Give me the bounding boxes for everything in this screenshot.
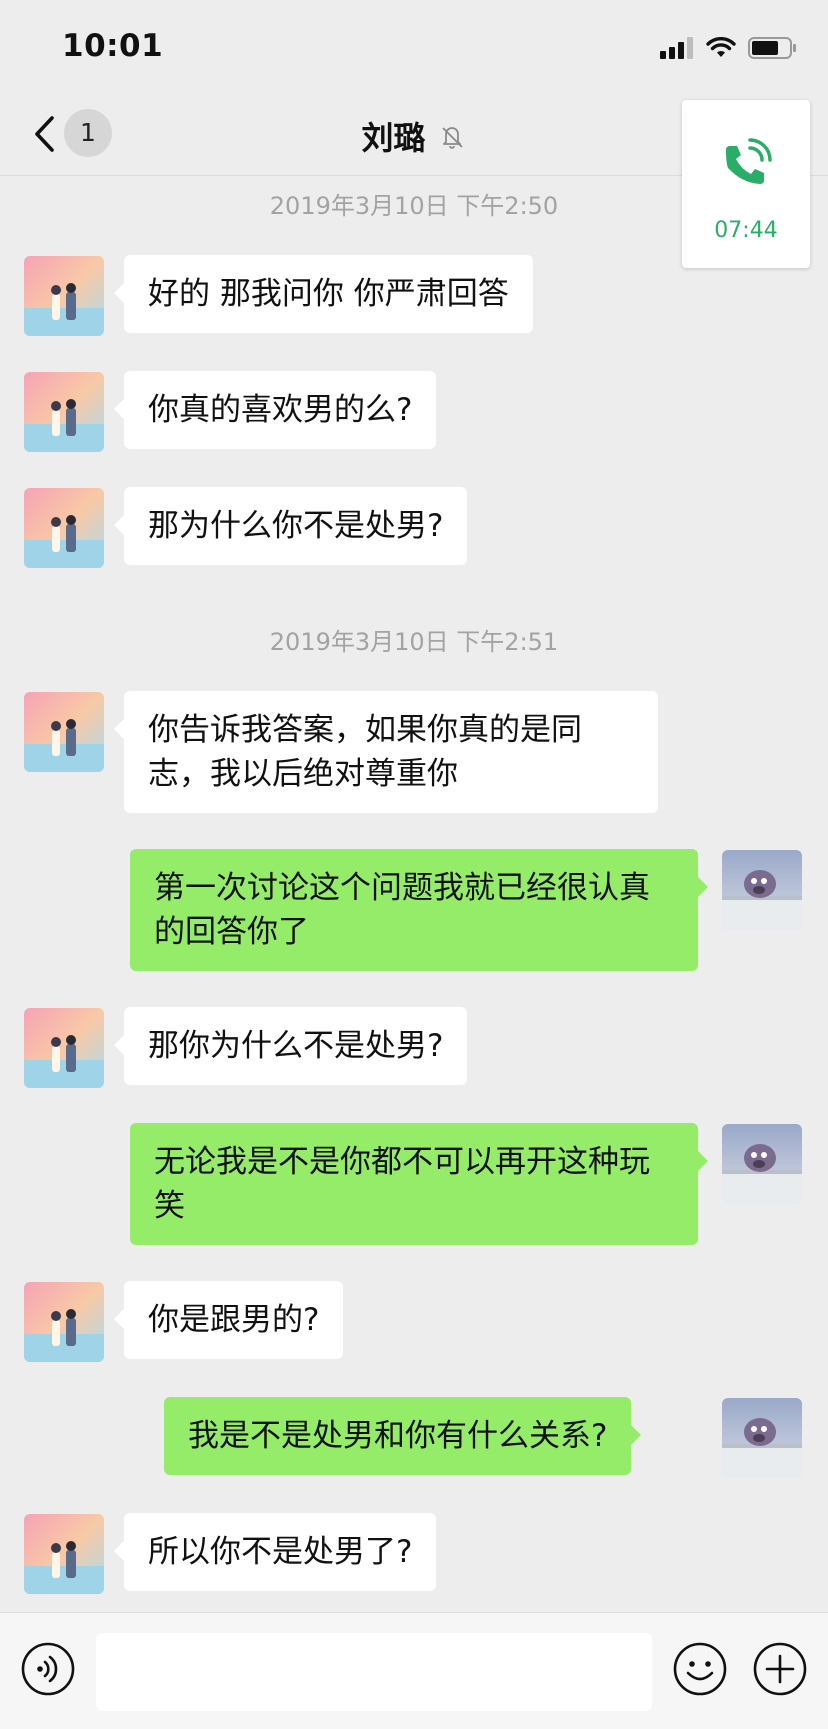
my-avatar[interactable] [722,1124,802,1204]
message-bubble[interactable]: 那为什么你不是处男? [113,487,468,565]
couple-image-icon [24,1282,104,1362]
message-bubble-sent[interactable]: 第一次讨论这个问题我就已经很认真的回答你了 [130,849,708,971]
voice-icon[interactable] [20,1641,76,1697]
message-bubble-sent[interactable]: 我是不是处男和你有什么关系? [164,1397,642,1475]
call-duration: 07:44 [714,218,778,243]
cartoon-dog-image-icon [722,1124,802,1204]
contact-avatar[interactable] [24,488,104,568]
contact-avatar[interactable] [24,256,104,336]
couple-image-icon [24,372,104,452]
message-bubble[interactable]: 那你为什么不是处男? [113,1007,468,1085]
message-bubble-sent[interactable]: 无论我是不是你都不可以再开这种玩笑 [130,1123,708,1245]
status-bar: 10:01 [0,0,828,95]
cartoon-dog-image-icon [722,1398,802,1478]
couple-image-icon [24,256,104,336]
my-avatar[interactable] [722,850,802,930]
contact-avatar[interactable] [24,692,104,772]
couple-image-icon [24,488,104,568]
contact-avatar[interactable] [24,1282,104,1362]
cartoon-dog-image-icon [722,850,802,930]
contact-avatar[interactable] [24,372,104,452]
message-bubble[interactable]: 你真的喜欢男的么? [113,371,437,449]
timestamp: 2019年3月10日 下午2:51 [269,628,559,656]
contact-avatar[interactable] [24,1514,104,1594]
emoji-icon[interactable] [672,1641,728,1697]
contact-avatar[interactable] [24,1008,104,1088]
timestamp: 2019年3月10日 下午2:50 [269,192,559,220]
plus-icon[interactable] [752,1641,808,1697]
signal-icon [660,37,693,59]
couple-image-icon [24,692,104,772]
battery-icon [748,37,796,59]
chat-title[interactable]: 刘璐 [361,119,425,157]
input-bar [0,1612,828,1729]
message-bubble[interactable]: 好的 那我问你 你严肃回答 [114,255,533,333]
wifi-icon [706,37,736,57]
my-avatar[interactable] [722,1398,802,1478]
message-bubble[interactable]: 你是跟男的? [113,1281,344,1359]
message-bubble[interactable]: 所以你不是处男了? [113,1513,437,1591]
status-icons [660,36,798,60]
mute-bell-icon [441,127,463,149]
couple-image-icon [24,1514,104,1594]
message-input[interactable] [96,1633,652,1711]
floating-call-window[interactable]: 07:44 [682,100,810,268]
phone-call-icon [726,138,772,184]
message-bubble[interactable]: 你告诉我答案，如果你真的是同志，我以后绝对尊重你 [114,691,658,813]
couple-image-icon [24,1008,104,1088]
status-time: 10:01 [62,28,164,64]
